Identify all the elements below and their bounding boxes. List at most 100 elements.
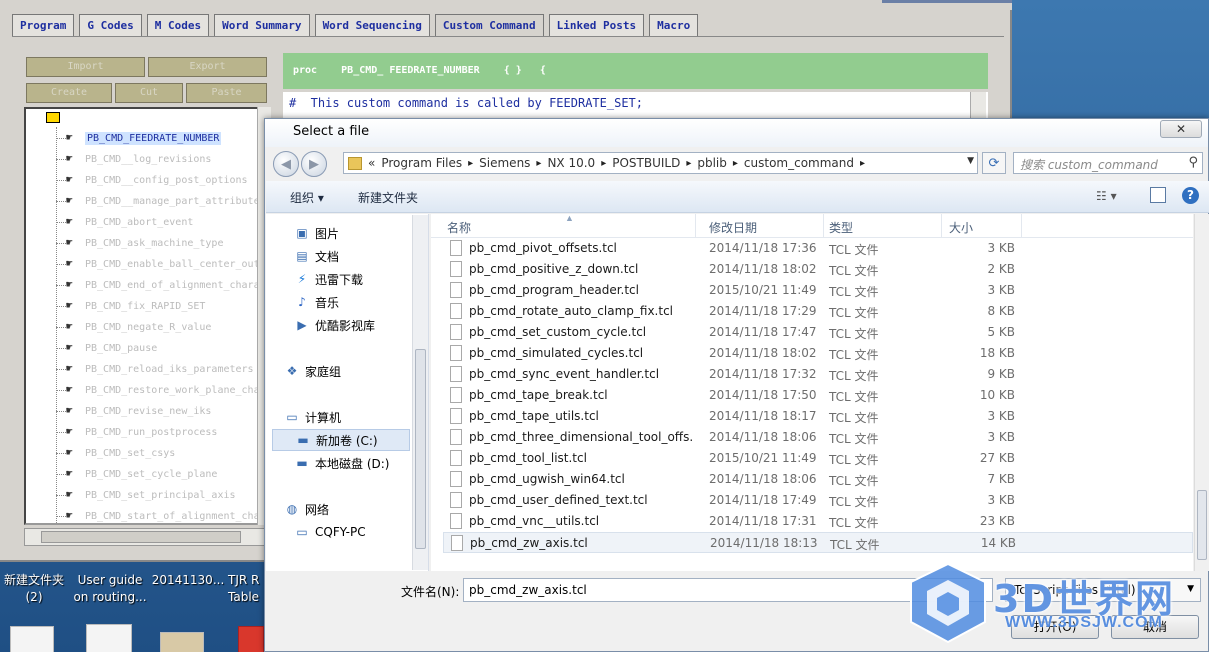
tree-item[interactable]: ☛ PB_CMD_negate_R_value	[66, 318, 211, 336]
file-row[interactable]: pb_cmd_simulated_cycles.tcl 2014/11/18 18…	[443, 343, 1193, 364]
tree-item[interactable]: ☛ PB_CMD_revise_new_iks	[66, 402, 211, 420]
tree-item[interactable]: ☛ PB_CMD__manage_part_attributes	[66, 192, 266, 210]
scrollbar-thumb[interactable]	[1197, 490, 1207, 560]
scrollbar-thumb[interactable]	[41, 531, 241, 543]
breadcrumb-item[interactable]: custom_command	[744, 156, 854, 170]
file-row[interactable]: pb_cmd_pivot_offsets.tcl 2014/11/18 17:36…	[443, 238, 1193, 259]
file-row[interactable]: pb_cmd_vnc__utils.tcl 2014/11/18 17:31 TCL…	[443, 511, 1193, 532]
nav-item[interactable]: ♪ 音乐	[294, 291, 339, 313]
nav-item[interactable]: ▣ 图片	[294, 222, 339, 244]
file-row[interactable]: pb_cmd_user_defined_text.tcl 2014/11/18 1…	[443, 490, 1193, 511]
file-row[interactable]: pb_cmd_ugwish_win64.tcl 2014/11/18 18:06 T…	[443, 469, 1193, 490]
tree-item[interactable]: ☛ PB_CMD_abort_event	[66, 213, 193, 231]
breadcrumb-item[interactable]: Siemens	[479, 156, 530, 170]
file-list-scrollbar[interactable]	[1194, 214, 1209, 571]
tree-item[interactable]: ☛ PB_CMD_set_cycle_plane	[66, 465, 217, 483]
nav-item[interactable]: ▭ 计算机	[284, 406, 341, 428]
column-type[interactable]: 类型	[829, 219, 853, 236]
desktop-thumbnail-icon[interactable]	[86, 624, 132, 652]
cut-button[interactable]: Cut	[115, 83, 183, 103]
tab-program[interactable]: Program	[12, 14, 75, 36]
tab-linked-posts[interactable]: Linked Posts	[548, 14, 645, 36]
tab-word-summary[interactable]: Word Summary	[214, 14, 310, 36]
file-row[interactable]: pb_cmd_tool_list.tcl 2015/10/21 11:49 TCL …	[443, 448, 1193, 469]
nav-item[interactable]: ▭ CQFY-PC	[294, 521, 365, 543]
nav-item[interactable]: ▬ 新加卷 (C:)	[272, 429, 410, 451]
tree-item[interactable]: ☛ PB_CMD_end_of_alignment_character	[66, 276, 267, 294]
tree-item[interactable]: ☛ PB_CMD_set_principal_axis	[66, 486, 236, 504]
tree-item[interactable]: ☛ PB_CMD_pause	[66, 339, 157, 357]
file-row[interactable]: pb_cmd_tape_utils.tcl 2014/11/18 18:17 TCL…	[443, 406, 1193, 427]
breadcrumb-separator-icon[interactable]: ▸	[468, 158, 473, 169]
desktop-icon-20141130[interactable]: 20141130...	[150, 572, 226, 589]
nav-item[interactable]: ⚡ 迅雷下载	[294, 268, 363, 290]
tree-item[interactable]: ☛ PB_CMD__config_post_options	[66, 171, 248, 189]
tree-item[interactable]: ☛ PB_CMD_run_postprocess	[66, 423, 217, 441]
desktop-thumbnail-icon[interactable]	[238, 626, 264, 652]
nav-item[interactable]: ❖ 家庭组	[284, 360, 341, 382]
breadcrumb-item[interactable]: NX 10.0	[547, 156, 595, 170]
nav-item[interactable]: ▤ 文档	[294, 245, 339, 267]
custom-command-tree[interactable]: ☛ PB_CMD_FEEDRATE_NUMBER ☛ PB_CMD__log_revi…	[24, 107, 269, 525]
desktop-icon-tjr[interactable]: TJR R Table	[228, 572, 268, 606]
breadcrumb-overflow[interactable]: «	[368, 156, 375, 170]
tree-item[interactable]: ☛ PB_CMD_fix_RAPID_SET	[66, 297, 205, 315]
desktop-thumbnail-icon[interactable]	[160, 632, 204, 652]
forward-button[interactable]: ▶	[301, 151, 327, 177]
file-row[interactable]: pb_cmd_three_dimensional_tool_offs... 201…	[443, 427, 1193, 448]
column-size[interactable]: 大小	[949, 219, 973, 236]
column-name[interactable]: 名称	[447, 219, 471, 236]
help-icon[interactable]: ?	[1182, 187, 1199, 204]
tree-item[interactable]: ☛ PB_CMD_restore_work_plane_change	[66, 381, 267, 399]
tab-m-codes[interactable]: M Codes	[146, 14, 210, 36]
new-folder-button[interactable]: 新建文件夹	[358, 189, 418, 206]
breadcrumb-item[interactable]: pblib	[697, 156, 727, 170]
breadcrumb-separator-icon[interactable]: ▸	[686, 158, 691, 169]
nav-item[interactable]: ▶ 优酷影视库	[294, 314, 375, 336]
back-button[interactable]: ◀	[273, 151, 299, 177]
tree-item[interactable]: ☛ PB_CMD__log_revisions	[66, 150, 211, 168]
address-bar[interactable]: « Program Files ▸ Siemens ▸ NX 10.0 ▸ POSTBUIL…	[343, 152, 978, 174]
view-options-icon[interactable]: ☷ ▾	[1096, 189, 1117, 203]
file-row[interactable]: pb_cmd_sync_event_handler.tcl 2014/11/18 …	[443, 364, 1193, 385]
scrollbar-thumb[interactable]	[415, 349, 426, 549]
search-input[interactable]: 搜索 custom_command ⚲	[1013, 152, 1203, 174]
breadcrumb-separator-icon[interactable]: ▸	[860, 158, 865, 169]
desktop-thumbnail-icon[interactable]	[10, 626, 54, 652]
navigation-scrollbar[interactable]	[412, 215, 428, 570]
file-row[interactable]: pb_cmd_program_header.tcl 2015/10/21 11:4…	[443, 280, 1193, 301]
tree-horizontal-scrollbar[interactable]	[24, 528, 269, 546]
nav-item[interactable]: ◍ 网络	[284, 498, 329, 520]
breadcrumb-separator-icon[interactable]: ▸	[601, 158, 606, 169]
chevron-down-icon[interactable]: ▼	[967, 156, 974, 166]
tree-item[interactable]: ☛ PB_CMD_FEEDRATE_NUMBER	[66, 129, 222, 147]
tab-custom-command[interactable]: Custom Command	[434, 14, 544, 36]
file-row[interactable]: pb_cmd_tape_break.tcl 2014/11/18 17:50 TCL…	[443, 385, 1193, 406]
nav-item[interactable]: ▬ 本地磁盘 (D:)	[294, 452, 389, 474]
refresh-button[interactable]: ⟳	[982, 152, 1006, 174]
tree-item[interactable]: ☛ PB_CMD_enable_ball_center_output	[66, 255, 267, 273]
desktop-icon-new-folder[interactable]: 新建文件夹 (2)	[2, 572, 66, 606]
column-modified[interactable]: 修改日期	[709, 219, 757, 236]
export-button[interactable]: Export	[148, 57, 267, 77]
breadcrumb-separator-icon[interactable]: ▸	[536, 158, 541, 169]
tab-macro[interactable]: Macro	[649, 14, 699, 36]
import-button[interactable]: Import	[26, 57, 145, 77]
desktop-icon-user-guide[interactable]: User guide on routing...	[72, 572, 148, 606]
tree-item[interactable]: ☛ PB_CMD_start_of_alignment_character	[66, 507, 267, 523]
breadcrumb-separator-icon[interactable]: ▸	[733, 158, 738, 169]
file-row[interactable]: pb_cmd_zw_axis.tcl 2014/11/18 18:13 TCL 文件…	[443, 532, 1193, 553]
tab-g-codes[interactable]: G Codes	[79, 14, 142, 36]
file-row[interactable]: pb_cmd_set_custom_cycle.tcl 2014/11/18 17…	[443, 322, 1193, 343]
paste-button[interactable]: Paste	[186, 83, 267, 103]
file-row[interactable]: pb_cmd_positive_z_down.tcl 2014/11/18 18:…	[443, 259, 1193, 280]
tree-item[interactable]: ☛ PB_CMD_set_csys	[66, 444, 175, 462]
close-button[interactable]: ✕	[1160, 120, 1202, 138]
tree-item[interactable]: ☛ PB_CMD_ask_machine_type	[66, 234, 223, 252]
preview-pane-icon[interactable]	[1150, 187, 1166, 203]
breadcrumb-item[interactable]: Program Files	[381, 156, 462, 170]
tree-item[interactable]: ☛ PB_CMD_reload_iks_parameters	[66, 360, 254, 378]
create-button[interactable]: Create	[26, 83, 112, 103]
organize-button[interactable]: 组织 ▾	[290, 189, 324, 206]
tab-word-sequencing[interactable]: Word Sequencing	[314, 14, 430, 36]
